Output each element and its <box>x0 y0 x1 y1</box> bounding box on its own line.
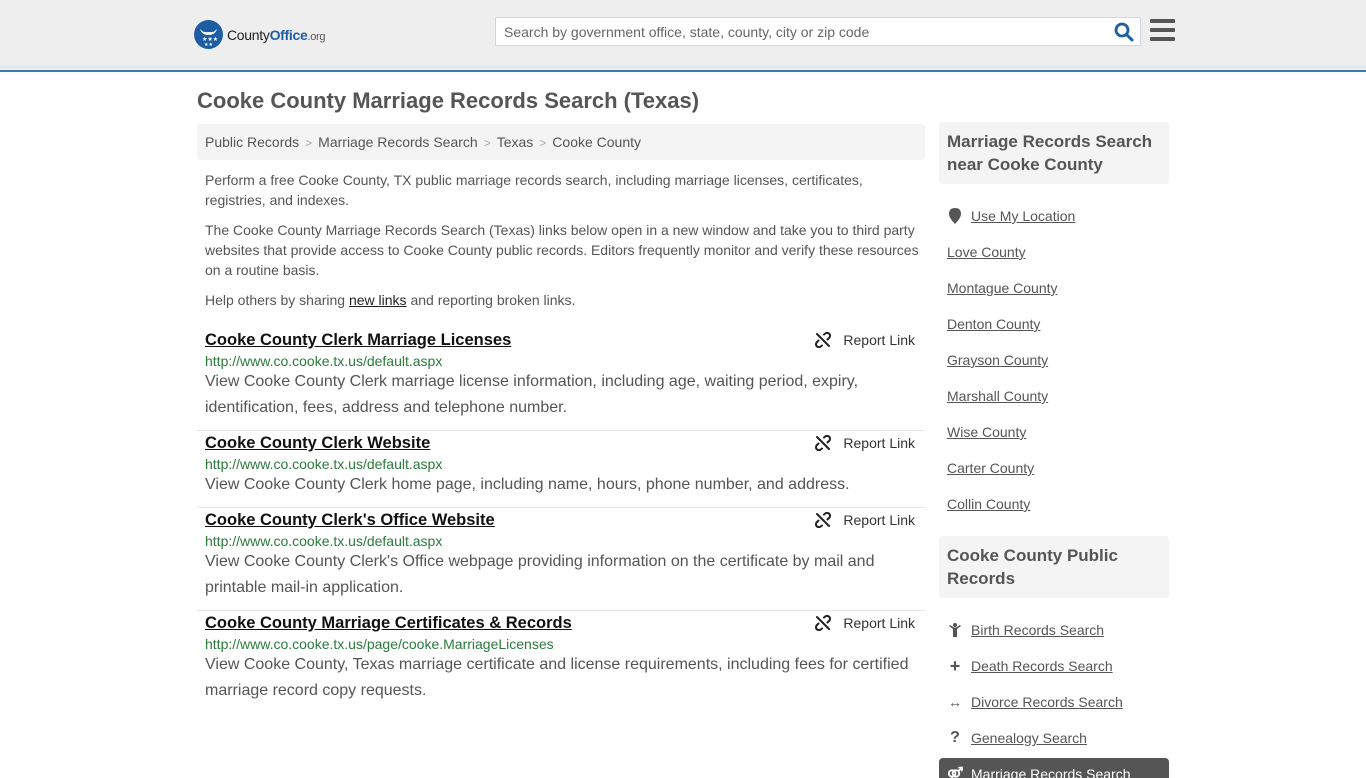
result-url: http://www.co.cooke.tx.us/page/cooke.Mar… <box>205 636 554 652</box>
share-links-paragraph: Help others by sharing new links and rep… <box>205 290 920 310</box>
intro-paragraph: The Cooke County Marriage Records Search… <box>205 222 919 278</box>
breadcrumb-separator: > <box>483 136 491 150</box>
breadcrumb-marriage-records-search[interactable]: Marriage Records Search <box>318 134 478 150</box>
county-link[interactable]: Collin County <box>947 496 1030 512</box>
nearby-heading: Marriage Records Search near Cooke Count… <box>939 122 1169 184</box>
hamburger-menu-icon[interactable] <box>1150 19 1175 41</box>
broken-link-icon <box>815 332 832 348</box>
logo-text: CountyOffice.org <box>227 26 326 43</box>
genealogy-link[interactable]: Genealogy Search <box>971 730 1087 746</box>
search-box <box>495 17 1141 46</box>
marriage-records-active-item[interactable]: ⚤ Marriage Records Search <box>939 758 1169 778</box>
site-logo[interactable]: ★★★ ★★ CountyOffice.org <box>194 20 326 49</box>
breadcrumb-separator: > <box>305 136 313 150</box>
nearby-county-item: Denton County <box>947 306 1161 342</box>
breadcrumb-cooke-county[interactable]: Cooke County <box>552 134 641 150</box>
result-description: View Cooke County Clerk marriage license… <box>205 373 859 416</box>
county-link[interactable]: Carter County <box>947 460 1034 476</box>
public-record-item: ? Genealogy Search <box>947 720 1161 756</box>
result-item: Cooke County Marriage Certificates & Rec… <box>197 611 925 713</box>
result-url: http://www.co.cooke.tx.us/default.aspx <box>205 456 443 472</box>
report-link-label: Report Link <box>843 332 915 348</box>
breadcrumb: Public Records > Marriage Records Search > T… <box>197 124 925 160</box>
breadcrumb-separator: > <box>539 136 547 150</box>
death-records-link[interactable]: Death Records Search <box>971 658 1113 674</box>
public-records-heading: Cooke County Public Records <box>939 536 1169 598</box>
breadcrumb-public-records[interactable]: Public Records <box>205 134 299 150</box>
arrows-horizontal-icon: ↔ <box>948 694 962 710</box>
share-text: Help others by sharing <box>205 292 349 308</box>
report-link-label: Report Link <box>843 615 915 631</box>
broken-link-icon <box>815 435 832 451</box>
question-icon: ? <box>950 729 960 746</box>
nearby-county-item: Love County <box>947 234 1161 270</box>
report-link-button[interactable]: Report Link <box>815 615 915 631</box>
birth-records-link[interactable]: Birth Records Search <box>971 622 1104 638</box>
page-title: Cooke County Marriage Records Search (Te… <box>197 88 700 113</box>
county-link[interactable]: Denton County <box>947 316 1040 332</box>
county-link[interactable]: Wise County <box>947 424 1026 440</box>
svg-text:★★: ★★ <box>204 42 213 48</box>
public-record-item: Birth Records Search <box>947 612 1161 648</box>
county-link[interactable]: Montague County <box>947 280 1058 296</box>
public-record-item: ↔ Divorce Records Search <box>947 684 1161 720</box>
eagle-stars-logo-icon: ★★★ ★★ <box>194 20 223 49</box>
result-title-link[interactable]: Cooke County Clerk's Office Website <box>205 511 495 530</box>
nearby-county-item: Montague County <box>947 270 1161 306</box>
result-description: View Cooke County Clerk's Office webpage… <box>205 553 875 596</box>
report-link-button[interactable]: Report Link <box>815 512 915 528</box>
use-location-item: Use My Location <box>947 198 1161 234</box>
county-link[interactable]: Marshall County <box>947 388 1048 404</box>
nearby-list: Use My Location Love County Montague Cou… <box>939 190 1169 522</box>
result-item: Cooke County Clerk Website Report Link h… <box>197 431 925 508</box>
breadcrumb-texas[interactable]: Texas <box>497 134 534 150</box>
result-title-link[interactable]: Cooke County Clerk Website <box>205 434 430 453</box>
nearby-county-item: Marshall County <box>947 378 1161 414</box>
result-item: Cooke County Clerk Marriage Licenses Rep… <box>197 328 925 431</box>
result-url: http://www.co.cooke.tx.us/default.aspx <box>205 353 443 369</box>
result-item: Cooke County Clerk's Office Website Repo… <box>197 508 925 611</box>
divorce-records-link[interactable]: Divorce Records Search <box>971 694 1123 710</box>
public-records-list: Birth Records Search + Death Records Sea… <box>939 604 1169 756</box>
intro-text: Perform a free Cooke County, TX public m… <box>205 170 920 320</box>
nearby-county-item: Carter County <box>947 450 1161 486</box>
nearby-county-item: Collin County <box>947 486 1161 522</box>
county-link[interactable]: Grayson County <box>947 352 1048 368</box>
plus-icon: + <box>949 655 961 676</box>
sidebar: Marriage Records Search near Cooke Count… <box>939 122 1169 778</box>
result-title-link[interactable]: Cooke County Marriage Certificates & Rec… <box>205 614 572 633</box>
report-link-label: Report Link <box>843 512 915 528</box>
result-description: View Cooke County Clerk home page, inclu… <box>205 476 850 493</box>
report-link-button[interactable]: Report Link <box>815 332 915 348</box>
new-links-link[interactable]: new links <box>349 292 407 308</box>
county-link[interactable]: Love County <box>947 244 1026 260</box>
search-input[interactable] <box>496 18 1106 45</box>
use-my-location-link[interactable]: Use My Location <box>971 208 1075 224</box>
child-icon <box>947 623 963 637</box>
nearby-county-item: Grayson County <box>947 342 1161 378</box>
result-description: View Cooke County, Texas marriage certif… <box>205 656 909 699</box>
site-header: ★★★ ★★ CountyOffice.org <box>0 0 1366 72</box>
search-icon[interactable] <box>1114 22 1134 42</box>
nearby-county-item: Wise County <box>947 414 1161 450</box>
broken-link-icon <box>815 615 832 631</box>
result-url: http://www.co.cooke.tx.us/default.aspx <box>205 533 443 549</box>
broken-link-icon <box>815 512 832 528</box>
intro-paragraph: Perform a free Cooke County, TX public m… <box>205 172 863 208</box>
report-link-label: Report Link <box>843 435 915 451</box>
public-record-item: + Death Records Search <box>947 648 1161 684</box>
map-marker-icon <box>947 208 963 224</box>
share-text: and reporting broken links. <box>406 292 576 308</box>
result-title-link[interactable]: Cooke County Clerk Marriage Licenses <box>205 331 511 350</box>
report-link-button[interactable]: Report Link <box>815 435 915 451</box>
results-list: Cooke County Clerk Marriage Licenses Rep… <box>197 328 925 713</box>
